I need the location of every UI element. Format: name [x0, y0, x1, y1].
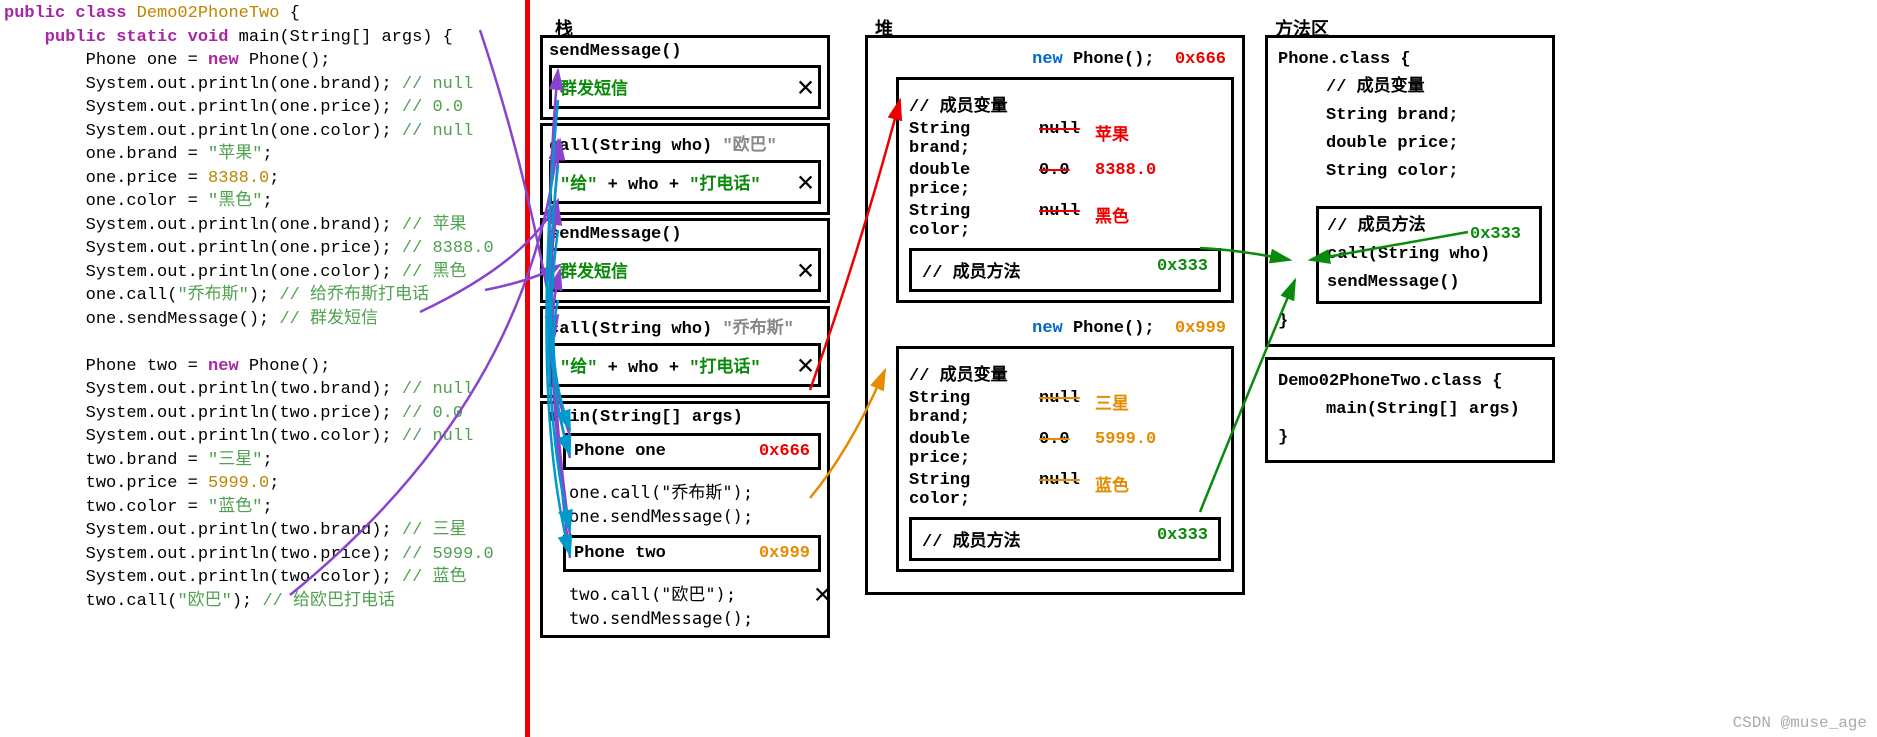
method-area: Phone.class { // 成员变量 String brand; doub…: [1265, 35, 1555, 473]
red-divider: [525, 0, 530, 737]
cross-icon: ✕: [797, 348, 814, 383]
heap-object-2: // 成员变量 String brand;null三星 double price…: [896, 346, 1234, 572]
stack-frame-call-2: call(String who) "乔布斯" "给" + who + "打电话"…: [540, 306, 830, 398]
stack-frame-sendmessage-2: sendMessage() 群发短信✕: [540, 218, 830, 303]
phone-class-box: Phone.class { // 成员变量 String brand; doub…: [1265, 35, 1555, 347]
stack-area: sendMessage() 群发短信✕ call(String who) "欧巴…: [540, 35, 830, 641]
cross-icon: ✕: [814, 576, 831, 609]
watermark: CSDN @muse_age: [1733, 714, 1867, 732]
stack-frame-main: main(String[] args) Phone one0x666 one.c…: [540, 401, 830, 638]
demo-class-box: Demo02PhoneTwo.class { main(String[] arg…: [1265, 357, 1555, 463]
heap-object-1: // 成员变量 String brand;null苹果 double price…: [896, 77, 1234, 303]
cross-icon: ✕: [797, 165, 814, 200]
stack-frame-call-1: call(String who) "欧巴" "给" + who + "打电话"✕: [540, 123, 830, 215]
cross-icon: ✕: [797, 70, 814, 105]
heap-area: new Phone(); 0x666 // 成员变量 String brand;…: [865, 35, 1245, 595]
stack-frame-sendmessage-1: sendMessage() 群发短信✕: [540, 35, 830, 120]
method-area-addr: 0x333: [1470, 225, 1521, 244]
source-code-panel: public class Demo02PhoneTwo { public sta…: [0, 0, 525, 615]
cross-icon: ✕: [797, 253, 814, 288]
